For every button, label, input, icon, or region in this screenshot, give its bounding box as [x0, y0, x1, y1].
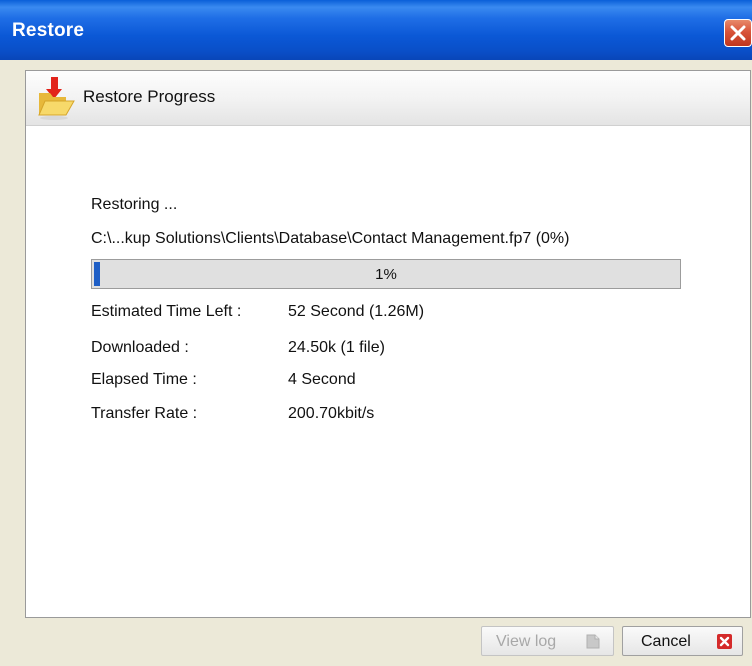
close-icon [730, 25, 746, 41]
status-heading: Restoring ... [91, 196, 178, 213]
cancel-x-icon [717, 634, 732, 649]
transfer-rate-label: Transfer Rate : [91, 405, 198, 422]
restore-dialog: Restore Restore Progress Restoring ... C… [0, 0, 752, 666]
panel-title: Restore Progress [83, 87, 216, 106]
downloaded-label: Downloaded : [91, 339, 189, 356]
progress-label: 1% [375, 266, 397, 283]
content-panel: Restore Progress Restoring ... C:\...kup… [25, 70, 751, 618]
elapsed-time-label: Elapsed Time : [91, 371, 197, 388]
progress-bar: 1% [91, 259, 681, 289]
view-log-button[interactable]: View log [481, 626, 614, 656]
downloaded-value: 24.50k (1 file) [288, 339, 385, 356]
view-log-label: View log [496, 633, 557, 650]
close-window-button[interactable] [724, 19, 752, 47]
cancel-label: Cancel [641, 633, 691, 650]
panel-header: Restore Progress [26, 71, 750, 126]
estimated-time-value: 52 Second (1.26M) [288, 303, 425, 320]
estimated-time-label: Estimated Time Left : [91, 303, 242, 320]
cancel-button[interactable]: Cancel [622, 626, 743, 656]
window-title: Restore [12, 20, 85, 41]
dialog-body: Restore Progress Restoring ... C:\...kup… [0, 60, 752, 666]
title-bar[interactable]: Restore [0, 0, 752, 60]
document-icon [586, 634, 600, 649]
transfer-rate-value: 200.70kbit/s [288, 405, 375, 422]
elapsed-time-value: 4 Second [288, 371, 356, 388]
restore-folder-icon [38, 77, 75, 120]
file-path: C:\...kup Solutions\Clients\Database\Con… [91, 230, 570, 247]
